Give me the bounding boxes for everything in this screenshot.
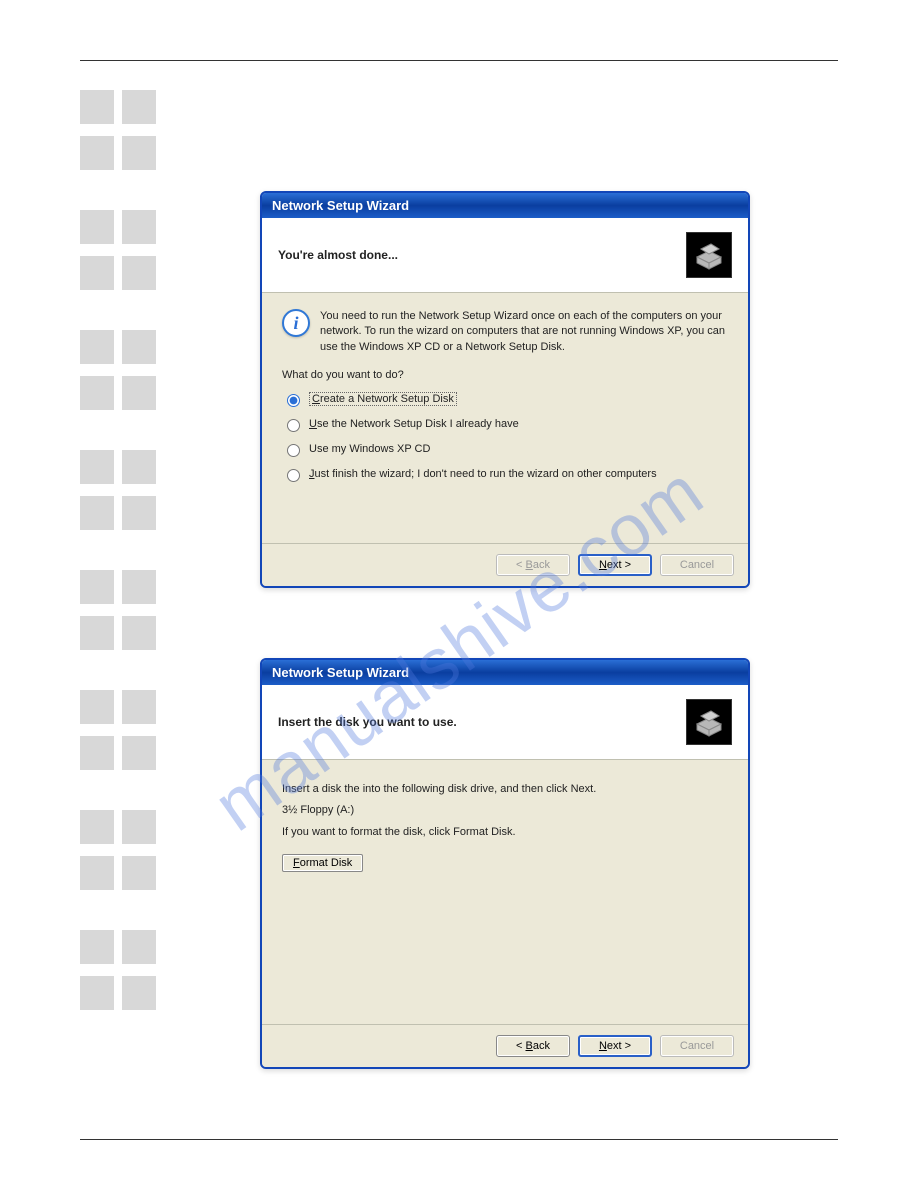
format-disk-button[interactable]: Format Disk	[282, 854, 363, 872]
back-button[interactable]: < Back	[496, 1035, 570, 1057]
wizard-content: i You need to run the Network Setup Wiza…	[262, 293, 748, 543]
cancel-button: Cancel	[660, 1035, 734, 1057]
next-button[interactable]: Next >	[578, 1035, 652, 1057]
back-button: < Back	[496, 554, 570, 576]
radio-just-finish[interactable]	[287, 469, 300, 482]
decorative-squares	[80, 90, 160, 1022]
radio-use-existing-disk[interactable]	[287, 419, 300, 432]
dialogs-container: Network Setup Wizard You're almost done.…	[260, 191, 838, 1069]
network-setup-icon	[686, 699, 732, 745]
document-page: manualshive.com Network Setup Wizard You…	[0, 0, 918, 1180]
wizard-heading: You're almost done...	[278, 248, 398, 262]
instruction-line-1: Insert a disk the into the following dis…	[282, 782, 728, 797]
wizard-header: You're almost done...	[262, 218, 748, 293]
info-icon: i	[282, 309, 310, 337]
option-create-disk[interactable]: Create a Network Setup Disk	[282, 391, 728, 407]
bottom-rule	[80, 1139, 838, 1140]
option-use-existing-disk[interactable]: Use the Network Setup Disk I already hav…	[282, 416, 728, 432]
drive-label: 3½ Floppy (A:)	[282, 803, 728, 818]
cancel-button: Cancel	[660, 554, 734, 576]
button-row: < Back Next > Cancel	[262, 543, 748, 586]
info-text: You need to run the Network Setup Wizard…	[320, 309, 728, 355]
radio-group: Create a Network Setup Disk Use the Netw…	[282, 391, 728, 482]
network-setup-wizard-dialog-2: Network Setup Wizard Insert the disk you…	[260, 658, 750, 1069]
radio-use-xp-cd[interactable]	[287, 444, 300, 457]
next-button[interactable]: Next >	[578, 554, 652, 576]
instruction-line-2: If you want to format the disk, click Fo…	[282, 825, 728, 840]
option-just-finish[interactable]: Just finish the wizard; I don't need to …	[282, 466, 728, 482]
titlebar[interactable]: Network Setup Wizard	[262, 193, 748, 218]
button-row: < Back Next > Cancel	[262, 1024, 748, 1067]
question-label: What do you want to do?	[282, 369, 728, 381]
wizard-header: Insert the disk you want to use.	[262, 685, 748, 760]
radio-create-disk[interactable]	[287, 394, 300, 407]
option-use-xp-cd[interactable]: Use my Windows XP CD	[282, 441, 728, 457]
wizard-heading: Insert the disk you want to use.	[278, 715, 457, 729]
network-setup-icon	[686, 232, 732, 278]
wizard-content: Insert a disk the into the following dis…	[262, 760, 748, 1024]
network-setup-wizard-dialog-1: Network Setup Wizard You're almost done.…	[260, 191, 750, 588]
top-rule	[80, 60, 838, 61]
titlebar[interactable]: Network Setup Wizard	[262, 660, 748, 685]
